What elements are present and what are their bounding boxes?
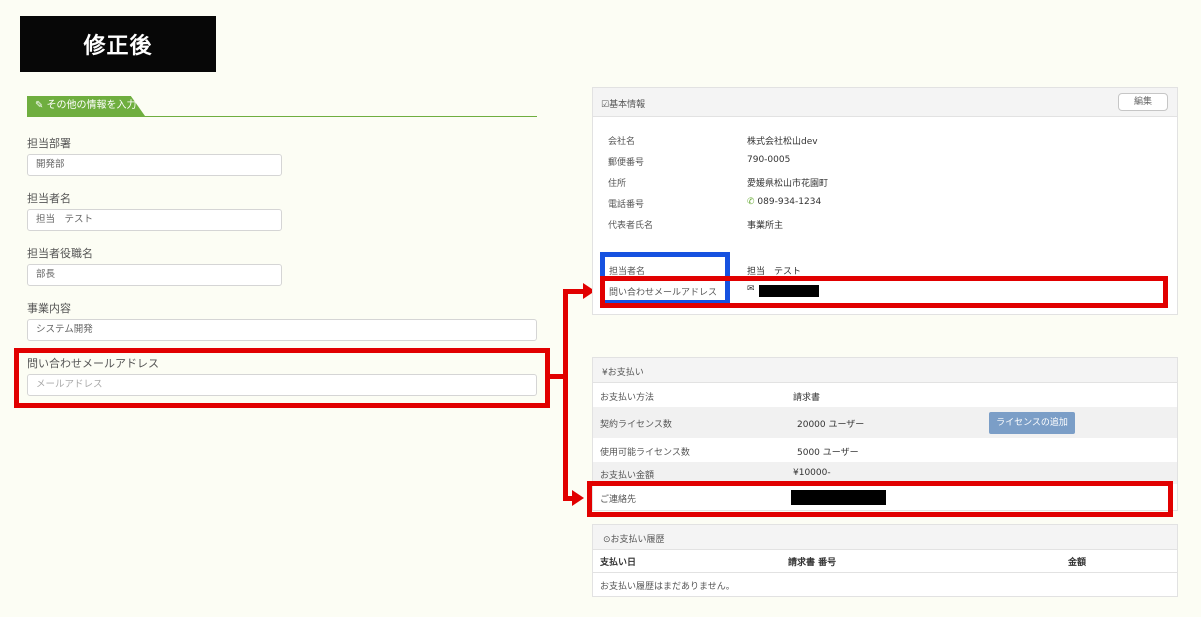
- contact-name-input[interactable]: 担当 テスト: [27, 209, 282, 231]
- payment-amount: ¥10000-: [793, 468, 831, 478]
- position-input[interactable]: 部長: [27, 264, 282, 286]
- highlight-contact-row: [587, 481, 1173, 517]
- column-header: 金額: [1068, 558, 1087, 568]
- company-name: 株式会社松山dev: [747, 137, 818, 147]
- table-row-shaded: [593, 407, 1177, 438]
- available-licenses: 5000 ユーザー: [797, 448, 859, 458]
- highlight-email-row: [600, 276, 1168, 308]
- business-input[interactable]: システム開発: [27, 319, 537, 341]
- page-banner: 修正後: [20, 16, 216, 72]
- payment-method: 請求書: [793, 393, 821, 403]
- row-label: 契約ライセンス数: [600, 420, 672, 430]
- address: 愛媛県松山市花園町: [747, 179, 829, 189]
- column-header: 請求書 番号: [788, 558, 837, 568]
- row-label: 会社名: [608, 137, 636, 147]
- history-table-header: 支払い日 請求書 番号 金額: [593, 549, 1177, 573]
- row-label: 住所: [608, 179, 627, 189]
- history-empty-text: お支払い履歴はまだありません。: [600, 582, 735, 592]
- representative: 事業所主: [747, 221, 784, 231]
- row-label: 電話番号: [608, 200, 645, 210]
- phone-icon: ✆: [747, 197, 755, 207]
- arrow-head-bottom: [572, 490, 584, 506]
- field-label-contact-name: 担当者名: [27, 192, 71, 205]
- arrow-connector-vertical: [563, 289, 568, 501]
- section-divider: [27, 116, 537, 117]
- basic-info-title: ☑基本情報: [601, 100, 646, 110]
- banner-title: 修正後: [83, 34, 153, 59]
- history-header: ⊙お支払い履歴: [593, 525, 1177, 550]
- row-label: お支払い金額: [600, 471, 655, 481]
- row-label: 代表者氏名: [608, 221, 654, 231]
- field-label-position: 担当者役職名: [27, 247, 93, 260]
- field-label-department: 担当部署: [27, 137, 71, 150]
- row-label: お支払い方法: [600, 393, 655, 403]
- row-label: 郵便番号: [608, 158, 645, 168]
- add-license-button[interactable]: ライセンスの追加: [989, 412, 1075, 434]
- column-header: 支払い日: [600, 558, 637, 568]
- history-title: ⊙お支払い履歴: [603, 535, 665, 545]
- payment-header: ¥お支払い: [593, 358, 1177, 383]
- postal-code: 790-0005: [747, 155, 791, 165]
- phone: ✆ 089-934-1234: [747, 197, 821, 207]
- department-input[interactable]: 開発部: [27, 154, 282, 176]
- payment-title: ¥お支払い: [602, 368, 644, 378]
- section-tab: ✎ その他の情報を入力: [27, 96, 145, 116]
- basic-info-header: ☑基本情報 編集: [593, 88, 1177, 117]
- phone-number: 089-934-1234: [757, 197, 822, 207]
- field-label-business: 事業内容: [27, 302, 71, 315]
- highlight-email-field: [14, 348, 550, 408]
- row-label: 使用可能ライセンス数: [600, 448, 690, 458]
- license-count: 20000 ユーザー: [797, 420, 865, 430]
- edit-button[interactable]: 編集: [1118, 93, 1168, 111]
